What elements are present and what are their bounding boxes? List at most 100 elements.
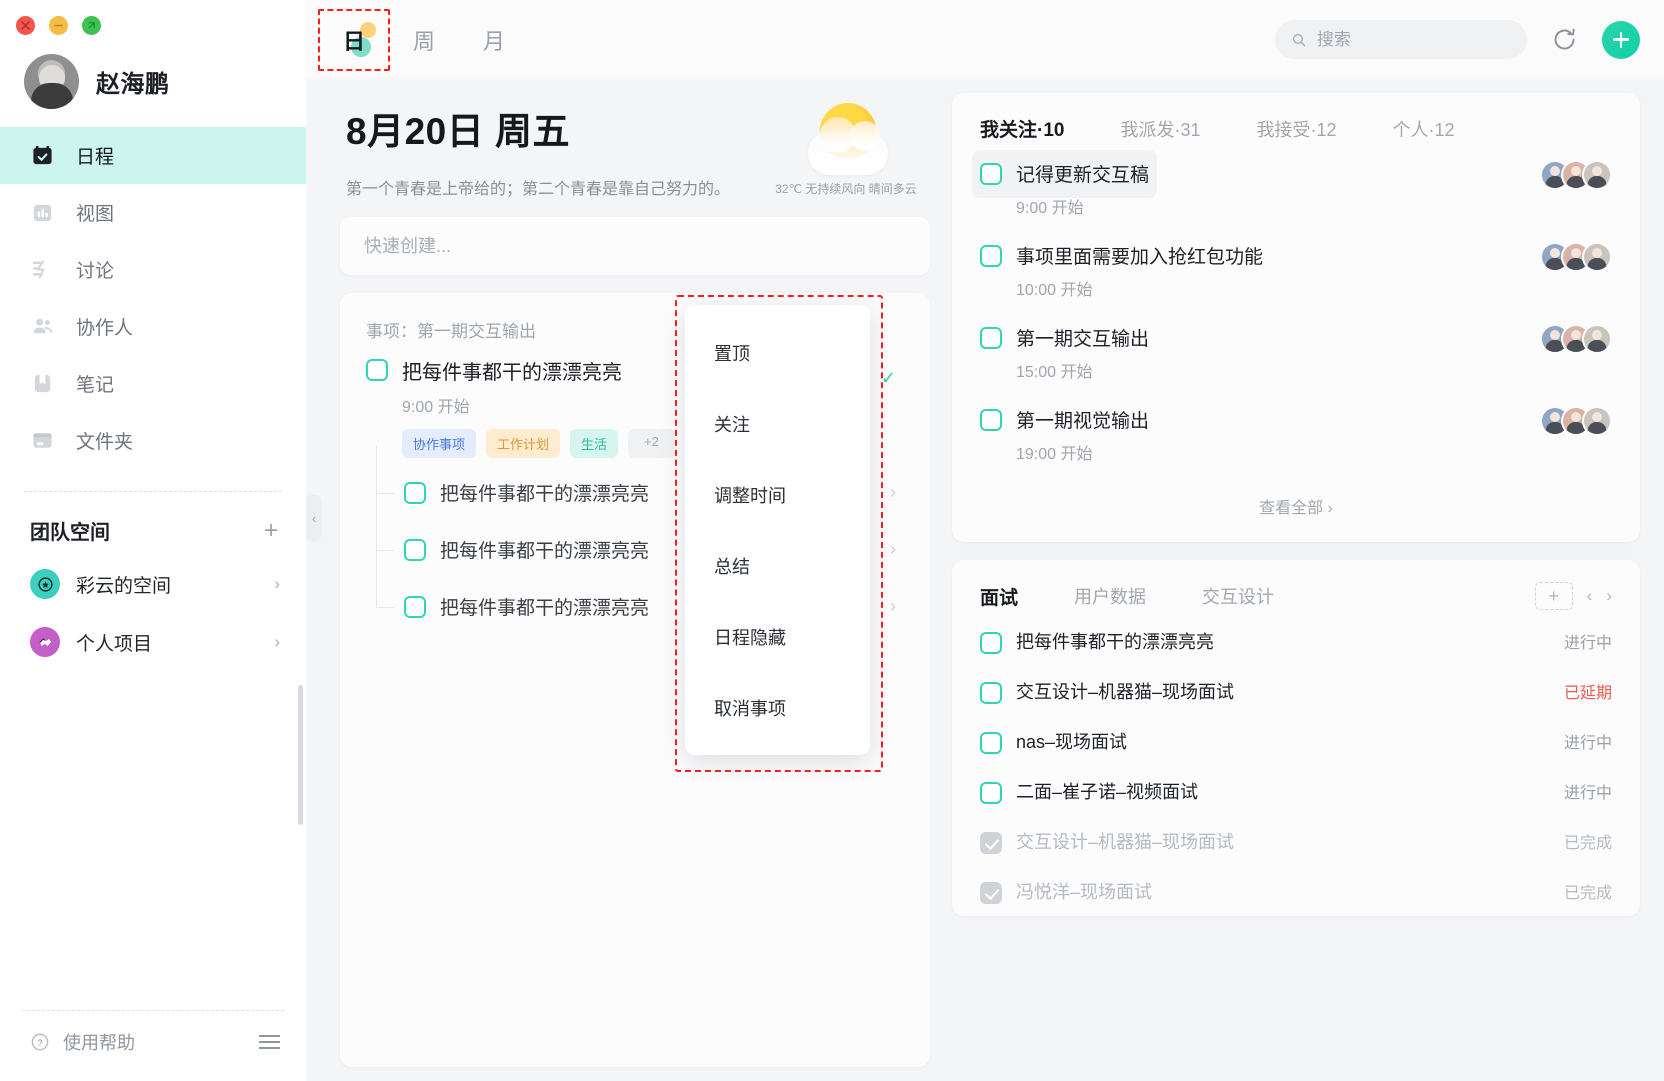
minimize-icon[interactable]	[49, 16, 68, 35]
interview-item-checkbox[interactable]	[980, 832, 1002, 854]
tab-my-assigned[interactable]: 我派发·31	[1120, 116, 1200, 142]
quick-create-input[interactable]	[364, 236, 906, 257]
focus-item-checkbox[interactable]	[980, 245, 1002, 267]
people-icon	[30, 315, 54, 339]
sidebar-space-caiyun[interactable]: 彩云的空间 ›	[0, 555, 306, 613]
add-team-space-button[interactable]: +	[264, 519, 278, 543]
view-all-button[interactable]: 查看全部 ›	[952, 476, 1640, 542]
sidebar-item-label: 协作人	[76, 313, 133, 340]
subtask-checkbox[interactable]	[404, 596, 426, 618]
sidebar-item-views[interactable]: 视图	[0, 184, 306, 241]
chevron-right-icon[interactable]: ›	[890, 539, 896, 560]
menu-item-hide-schedule[interactable]: 日程隐藏	[685, 601, 870, 672]
sidebar-item-discussion[interactable]: 讨论	[0, 241, 306, 298]
tab-my-focus[interactable]: 我关注·10	[980, 115, 1064, 142]
add-button[interactable]	[1602, 21, 1640, 59]
interview-item-row[interactable]: 交互设计–机器猫–现场面试 已完成	[952, 816, 1640, 866]
focus-item-checkbox[interactable]	[980, 163, 1002, 185]
sidebar-item-notes[interactable]: 笔记	[0, 355, 306, 412]
interview-item-checkbox[interactable]	[980, 732, 1002, 754]
task-checkbox[interactable]	[366, 359, 388, 381]
chevron-right-icon[interactable]: ›	[890, 596, 896, 617]
tab-week[interactable]: 周	[398, 15, 450, 65]
interview-item-title: 交互设计–机器猫–现场面试	[1016, 678, 1234, 704]
focus-item-checkbox[interactable]	[980, 327, 1002, 349]
interview-item-checkbox[interactable]	[980, 882, 1002, 904]
tag[interactable]: 生活	[570, 429, 618, 458]
chart-bar-icon	[30, 201, 54, 225]
status-badge: 进行中	[1564, 629, 1612, 653]
topbar-actions	[1275, 20, 1640, 59]
close-icon[interactable]	[16, 16, 35, 35]
tab-my-accepted[interactable]: 我接受·12	[1256, 116, 1336, 142]
focus-item-time: 15:00 开始	[1016, 358, 1149, 382]
space-label: 彩云的空间	[76, 571, 258, 598]
tab-day[interactable]: 日	[328, 15, 380, 65]
interview-item-checkbox[interactable]	[980, 632, 1002, 654]
view-tabs: 日 周 月	[328, 15, 520, 65]
interview-item-row[interactable]: 交互设计–机器猫–现场面试 已延期	[952, 666, 1640, 716]
profile[interactable]: 赵海鹏	[0, 44, 306, 127]
sidebar-space-personal[interactable]: 个人项目 ›	[0, 613, 306, 671]
focus-item-checkbox[interactable]	[980, 409, 1002, 431]
tab-personal[interactable]: 个人·12	[1393, 116, 1455, 142]
refresh-icon[interactable]	[1551, 26, 1578, 53]
tag[interactable]: 协作事项	[402, 429, 476, 458]
interview-item-checkbox[interactable]	[980, 682, 1002, 704]
question-circle-icon: ?	[30, 1032, 50, 1052]
menu-item-adjust-time[interactable]: 调整时间	[685, 459, 870, 530]
menu-item-pin[interactable]: 置顶	[685, 317, 870, 388]
sidebar-item-collaborators[interactable]: 协作人	[0, 298, 306, 355]
chevron-right-icon[interactable]: ›	[890, 482, 896, 503]
hamburger-icon[interactable]	[259, 1035, 280, 1049]
subtask-checkbox[interactable]	[404, 539, 426, 561]
add-list-button[interactable]: +	[1535, 582, 1573, 610]
avatar	[1582, 160, 1612, 190]
search-box[interactable]	[1275, 20, 1527, 59]
tab-interaction-design[interactable]: 交互设计	[1202, 583, 1274, 609]
next-arrow-icon[interactable]: ›	[1606, 586, 1612, 606]
sidebar-item-folder[interactable]: 文件夹	[0, 412, 306, 469]
tag-more[interactable]: +2	[628, 429, 675, 458]
content-area: 8月20日 周五 第一个青春是上帝给的；第二个青春是靠自己努力的。 32℃ 无持…	[306, 79, 1664, 1081]
menu-item-follow[interactable]: 关注	[685, 388, 870, 459]
right-column: 我关注·10 我派发·31 我接受·12 个人·12 记得更新交互稿 9:00 …	[952, 93, 1640, 1081]
focus-item-row[interactable]: 记得更新交互稿 9:00 开始	[952, 148, 1640, 230]
tab-user-data[interactable]: 用户数据	[1074, 583, 1146, 609]
tab-interview[interactable]: 面试	[980, 583, 1018, 610]
focus-panel: 我关注·10 我派发·31 我接受·12 个人·12 记得更新交互稿 9:00 …	[952, 93, 1640, 542]
avatar	[1582, 242, 1612, 272]
interview-item-title: 把每件事都干的漂漂亮亮	[1016, 628, 1214, 654]
interview-item-row[interactable]: 把每件事都干的漂漂亮亮 进行中	[952, 616, 1640, 666]
daily-quote: 第一个青春是上帝给的；第二个青春是靠自己努力的。	[346, 175, 730, 199]
sidebar-nav: 日程 视图 讨论 协作人	[0, 127, 306, 469]
collapse-panel-handle[interactable]: ‹	[306, 495, 322, 541]
chevron-right-icon[interactable]: ›	[274, 574, 280, 594]
sidebar-item-schedule[interactable]: 日程	[0, 127, 306, 184]
prev-arrow-icon[interactable]: ‹	[1587, 586, 1593, 606]
svg-text:?: ?	[37, 1038, 42, 1048]
maximize-icon[interactable]	[82, 16, 101, 35]
interview-item-checkbox[interactable]	[980, 782, 1002, 804]
menu-item-summary[interactable]: 总结	[685, 530, 870, 601]
avatar-group	[1540, 406, 1612, 436]
search-icon	[1291, 31, 1307, 49]
focus-item-row[interactable]: 事项里面需要加入抢红包功能 10:00 开始	[952, 230, 1640, 312]
quick-create-box[interactable]	[340, 217, 930, 275]
sidebar-scrollbar[interactable]	[298, 685, 303, 825]
subtask-checkbox[interactable]	[404, 482, 426, 504]
status-badge: 已完成	[1564, 829, 1612, 853]
interview-item-row[interactable]: 冯悦洋–现场面试 已完成	[952, 866, 1640, 916]
tab-label: 周	[413, 24, 435, 56]
status-badge: 进行中	[1564, 779, 1612, 803]
tab-month[interactable]: 月	[468, 15, 520, 65]
interview-item-row[interactable]: 二面–崔子诺–视频面试 进行中	[952, 766, 1640, 816]
help-button[interactable]: ? 使用帮助	[30, 1029, 135, 1055]
focus-item-row[interactable]: 第一期视觉输出 19:00 开始	[952, 394, 1640, 476]
focus-item-row[interactable]: 第一期交互输出 15:00 开始	[952, 312, 1640, 394]
chevron-right-icon[interactable]: ›	[274, 632, 280, 652]
interview-item-row[interactable]: nas–现场面试 进行中	[952, 716, 1640, 766]
tag[interactable]: 工作计划	[486, 429, 560, 458]
search-input[interactable]	[1317, 30, 1511, 50]
menu-item-cancel-task[interactable]: 取消事项	[685, 672, 870, 743]
